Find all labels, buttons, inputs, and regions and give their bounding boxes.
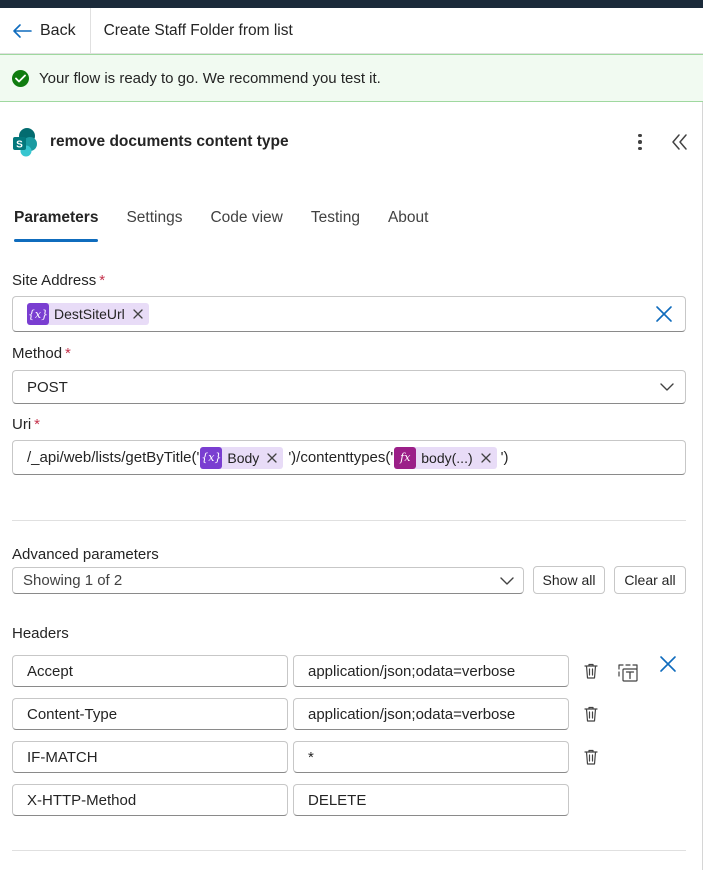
site-address-label-text: Site Address: [12, 272, 97, 289]
method-label: Method *: [12, 345, 71, 362]
variable-icon: {x}: [200, 446, 223, 469]
close-icon[interactable]: [659, 655, 677, 673]
uri-field[interactable]: /_api/web/lists/getByTitle(' {x} Body ')…: [12, 440, 686, 475]
expression-token-body[interactable]: fx body(...): [394, 446, 497, 469]
header-key-input[interactable]: IF-MATCH: [12, 741, 288, 773]
header-value-input[interactable]: DELETE: [293, 784, 569, 816]
remove-token-icon[interactable]: [267, 452, 277, 463]
header-value-input[interactable]: application/json;odata=verbose: [293, 698, 569, 730]
clear-field-icon[interactable]: [655, 305, 673, 327]
success-banner: Your flow is ready to go. We recommend y…: [0, 54, 703, 102]
banner-message: Your flow is ready to go. We recommend y…: [39, 69, 381, 87]
section-divider: [12, 520, 686, 521]
chevron-down-icon: [660, 383, 674, 391]
header-value-input[interactable]: *: [293, 741, 569, 773]
collapse-panel-icon[interactable]: [670, 130, 690, 154]
tab-testing[interactable]: Testing: [311, 205, 360, 242]
uri-label-text: Uri: [12, 416, 32, 433]
top-strip: [0, 0, 703, 8]
header-key-input[interactable]: Content-Type: [12, 698, 288, 730]
token-label: DestSiteUrl: [54, 306, 125, 322]
required-mark: *: [99, 272, 106, 289]
advanced-parameters-select[interactable]: Showing 1 of 2: [12, 567, 524, 594]
header-key-input[interactable]: Accept: [12, 655, 288, 687]
tab-about[interactable]: About: [388, 205, 429, 242]
uri-label: Uri *: [12, 416, 40, 433]
delete-icon[interactable]: [582, 748, 600, 766]
headers-label: Headers: [12, 625, 69, 642]
tab-settings[interactable]: Settings: [126, 205, 182, 242]
flow-title: Create Staff Folder from list: [103, 21, 293, 39]
action-header: S remove documents content type: [12, 126, 692, 158]
remove-token-icon[interactable]: [480, 452, 491, 463]
uri-text-part: ')/contenttypes(': [288, 449, 394, 466]
dynamic-token-body[interactable]: {x} Body: [200, 446, 284, 469]
token-label: Body: [227, 449, 260, 466]
advanced-select-value: Showing 1 of 2: [23, 572, 123, 589]
method-label-text: Method: [12, 345, 63, 362]
dynamic-token-destsiteurl[interactable]: {x} DestSiteUrl: [27, 303, 149, 325]
tab-parameters[interactable]: Parameters: [14, 205, 99, 242]
header-key-input[interactable]: X-HTTP-Method: [12, 784, 288, 816]
method-select[interactable]: POST: [12, 370, 686, 404]
svg-text:S: S: [16, 140, 23, 151]
required-mark: *: [34, 416, 41, 433]
uri-text-part: /_api/web/lists/getByTitle(': [27, 449, 200, 466]
uri-text-part: '): [500, 449, 509, 466]
remove-token-icon[interactable]: [133, 309, 143, 319]
sharepoint-icon: S: [12, 127, 38, 157]
header-value-input[interactable]: application/json;odata=verbose: [293, 655, 569, 687]
site-address-label: Site Address *: [12, 272, 105, 289]
action-title: remove documents content type: [50, 133, 289, 150]
section-divider: [12, 850, 686, 851]
method-value: POST: [27, 379, 68, 396]
checkmark-circle-icon: [12, 69, 29, 87]
back-label: Back: [40, 21, 76, 39]
function-icon: fx: [394, 446, 417, 469]
required-mark: *: [65, 345, 71, 362]
site-address-field[interactable]: {x} DestSiteUrl: [12, 296, 686, 332]
tab-list: Parameters Settings Code view Testing Ab…: [14, 205, 456, 243]
arrow-left-icon: [13, 23, 32, 38]
clear-all-button[interactable]: Clear all: [614, 566, 686, 594]
chevron-down-icon: [500, 577, 514, 585]
panel-header: Back Create Staff Folder from list: [0, 7, 703, 54]
tab-code-view[interactable]: Code view: [210, 205, 282, 242]
variable-icon: {x}: [27, 303, 49, 325]
back-button[interactable]: Back: [0, 7, 91, 54]
switch-to-text-mode-icon[interactable]: [617, 662, 639, 682]
show-all-button[interactable]: Show all: [533, 566, 605, 594]
delete-icon[interactable]: [582, 662, 600, 680]
token-label: body(...): [421, 449, 473, 466]
delete-icon[interactable]: [582, 705, 600, 723]
advanced-parameters-label: Advanced parameters: [12, 546, 159, 563]
more-options-icon[interactable]: [632, 128, 648, 156]
